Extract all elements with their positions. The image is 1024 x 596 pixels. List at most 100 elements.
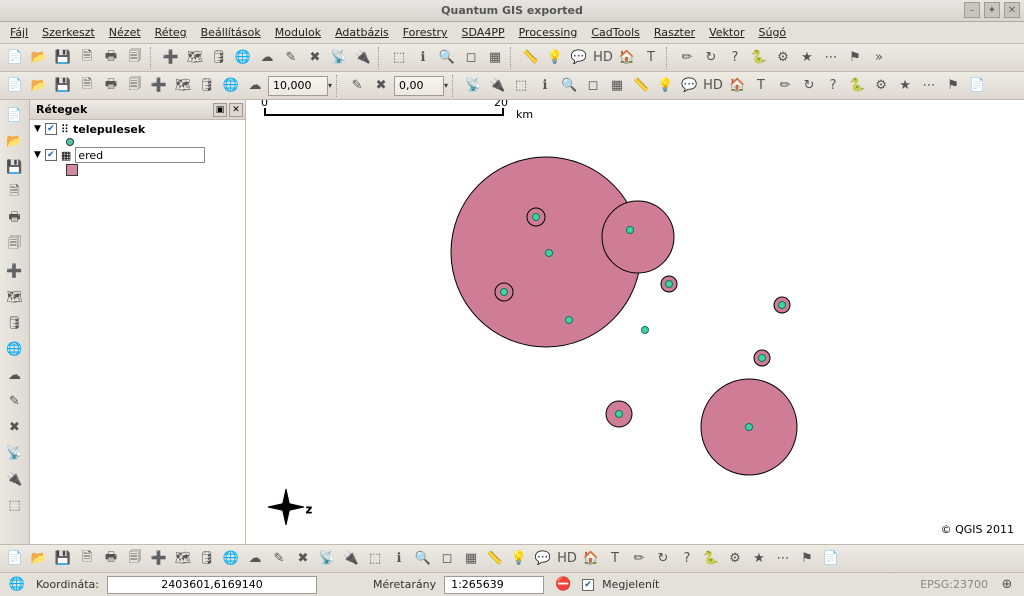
menu-sda4pp[interactable]: SDA4PP	[456, 24, 511, 41]
plus3-icon[interactable]: T	[750, 75, 772, 97]
b-chart-icon[interactable]: 🛢	[196, 548, 218, 570]
layer-tree[interactable]: ▼ ✔ ⠿ telepulesek ▼ ✔ ▦	[30, 120, 245, 544]
select-icon[interactable]: ⬚	[388, 47, 410, 69]
annotation-icon[interactable]: ✏	[676, 47, 698, 69]
b-pdf-icon[interactable]: ?	[676, 548, 698, 570]
zoomlast-icon[interactable]: ➕	[4, 260, 26, 282]
copy-icon[interactable]: 🗎	[76, 75, 98, 97]
new-shapefile-icon[interactable]: ✎	[280, 47, 302, 69]
crs-status-button[interactable]: ⊕	[996, 574, 1018, 596]
b-blob-icon[interactable]: ⬚	[364, 548, 386, 570]
graph3-icon[interactable]: 📄	[966, 75, 988, 97]
save-as-icon[interactable]: 🗎	[76, 47, 98, 69]
info-icon[interactable]: ℹ	[412, 47, 434, 69]
menu-modulok[interactable]: Modulok	[269, 24, 327, 41]
menu-nézet[interactable]: Nézet	[103, 24, 147, 41]
addpart-icon[interactable]: 🔍	[558, 75, 580, 97]
b-v-icon[interactable]: 🔌	[340, 548, 362, 570]
snap-icon[interactable]: 💬	[678, 75, 700, 97]
stop-render-button[interactable]: ⛔	[552, 574, 574, 596]
b-pg-icon[interactable]: ★	[748, 548, 770, 570]
b-wave-icon[interactable]: 📂	[28, 548, 50, 570]
prefs-icon[interactable]: ⬚	[4, 494, 26, 516]
delpart-icon[interactable]: ▦	[606, 75, 628, 97]
globe-icon[interactable]: 🌐	[6, 574, 28, 596]
menu-cadtools[interactable]: CadTools	[585, 24, 646, 41]
add-vector-icon[interactable]: ➕	[160, 47, 182, 69]
menu-szerkeszt[interactable]: Szerkeszt	[36, 24, 101, 41]
table-icon[interactable]: ▦	[484, 47, 506, 69]
plus1-icon[interactable]: HD	[702, 75, 724, 97]
move-icon[interactable]: 🗺	[172, 75, 194, 97]
ext1-icon[interactable]: ⚙	[772, 47, 794, 69]
cut-icon[interactable]: 💾	[52, 75, 74, 97]
menu-beállítások[interactable]: Beállítások	[195, 24, 267, 41]
home-icon[interactable]: 🏠	[616, 47, 638, 69]
zoomfull-icon[interactable]: 🗎	[4, 182, 26, 204]
delring-icon[interactable]: ◻	[582, 75, 604, 97]
addring-icon[interactable]: ℹ	[534, 75, 556, 97]
label-icon[interactable]: ✖	[4, 416, 26, 438]
graph2-icon[interactable]: ⚑	[942, 75, 964, 97]
b-mail-icon[interactable]: 📡	[316, 548, 338, 570]
rotate-icon[interactable]: 🌐	[220, 75, 242, 97]
reshape-icon[interactable]: 📡	[462, 75, 484, 97]
b-p2-icon[interactable]: ✏	[628, 548, 650, 570]
zoomnext-icon[interactable]: 🗺	[4, 286, 26, 308]
abc-icon[interactable]: ✎	[4, 390, 26, 412]
refresh-icon[interactable]: ↻	[700, 47, 722, 69]
zoomlayer-icon[interactable]: 🗐	[4, 234, 26, 256]
undo-icon[interactable]: 🗐	[124, 75, 146, 97]
style-icon[interactable]: 📡	[4, 442, 26, 464]
b-print-icon[interactable]: ☁	[244, 548, 266, 570]
plugin-icon[interactable]: 🔌	[352, 47, 374, 69]
offset-icon[interactable]: 🔌	[486, 75, 508, 97]
b-globe-icon[interactable]: 📄	[4, 548, 26, 570]
b-d2s-icon[interactable]: 💾	[52, 548, 74, 570]
ruler-icon[interactable]: 🔌	[4, 468, 26, 490]
crs-icon[interactable]: 🌐	[4, 338, 26, 360]
redo-icon[interactable]: ➕	[148, 75, 170, 97]
layer-row-telepulesek[interactable]: ▼ ✔ ⠿ telepulesek	[30, 120, 245, 138]
merge-icon[interactable]: ✎	[346, 75, 368, 97]
paste-icon[interactable]: 🖶	[100, 75, 122, 97]
node-icon[interactable]: 🛢	[196, 75, 218, 97]
file-new-icon[interactable]: 📄	[4, 47, 26, 69]
collapse-icon[interactable]: ▼	[34, 124, 41, 134]
globe1-icon[interactable]: ?	[822, 75, 844, 97]
zoomout-icon[interactable]: 💾	[4, 156, 26, 178]
layer-visibility-checkbox[interactable]: ✔	[45, 123, 57, 135]
fill-icon[interactable]: 📏	[630, 75, 652, 97]
save-icon[interactable]: 💾	[52, 47, 74, 69]
zoomin-icon[interactable]: 📂	[4, 130, 26, 152]
coordinate-field[interactable]: 2403601,6169140	[107, 576, 317, 594]
menu-súgó[interactable]: Súgó	[753, 24, 793, 41]
b-edit-icon[interactable]: 💡	[508, 548, 530, 570]
edit-icon[interactable]: 📄	[4, 75, 26, 97]
split-icon[interactable]: ✖	[370, 75, 392, 97]
minimize-button[interactable]: –	[964, 2, 980, 18]
graph1-icon[interactable]: ⋯	[918, 75, 940, 97]
file-open-icon[interactable]: 📂	[28, 47, 50, 69]
chev-icon[interactable]: ↻	[798, 75, 820, 97]
add-postgis-icon[interactable]: 🛢	[208, 47, 230, 69]
b-win-icon[interactable]: ⚙	[724, 548, 746, 570]
menu-réteg[interactable]: Réteg	[149, 24, 193, 41]
deselect-icon[interactable]: ◻	[460, 47, 482, 69]
panel-undock-button[interactable]: ▣	[213, 103, 227, 117]
composer-icon[interactable]: 🗐	[124, 47, 146, 69]
text-icon[interactable]: T	[640, 47, 662, 69]
b-arrow-icon[interactable]: ↻	[652, 548, 674, 570]
save-edits-icon[interactable]: 📂	[28, 75, 50, 97]
speech-icon[interactable]: 💬	[568, 47, 590, 69]
map-canvas[interactable]: 0 20 km	[246, 100, 1024, 544]
layer-visibility-checkbox[interactable]: ✔	[45, 149, 57, 161]
add-spatialite-icon[interactable]: 🌐	[232, 47, 254, 69]
menu-raszter[interactable]: Raszter	[648, 24, 701, 41]
help-icon[interactable]: ?	[724, 47, 746, 69]
menu-vektor[interactable]: Vektor	[703, 24, 750, 41]
add-raster-icon[interactable]: 🗺	[184, 47, 206, 69]
menu-forestry[interactable]: Forestry	[397, 24, 454, 41]
b-north-icon[interactable]: 🌐	[220, 548, 242, 570]
b-gear-icon[interactable]: ✎	[268, 548, 290, 570]
